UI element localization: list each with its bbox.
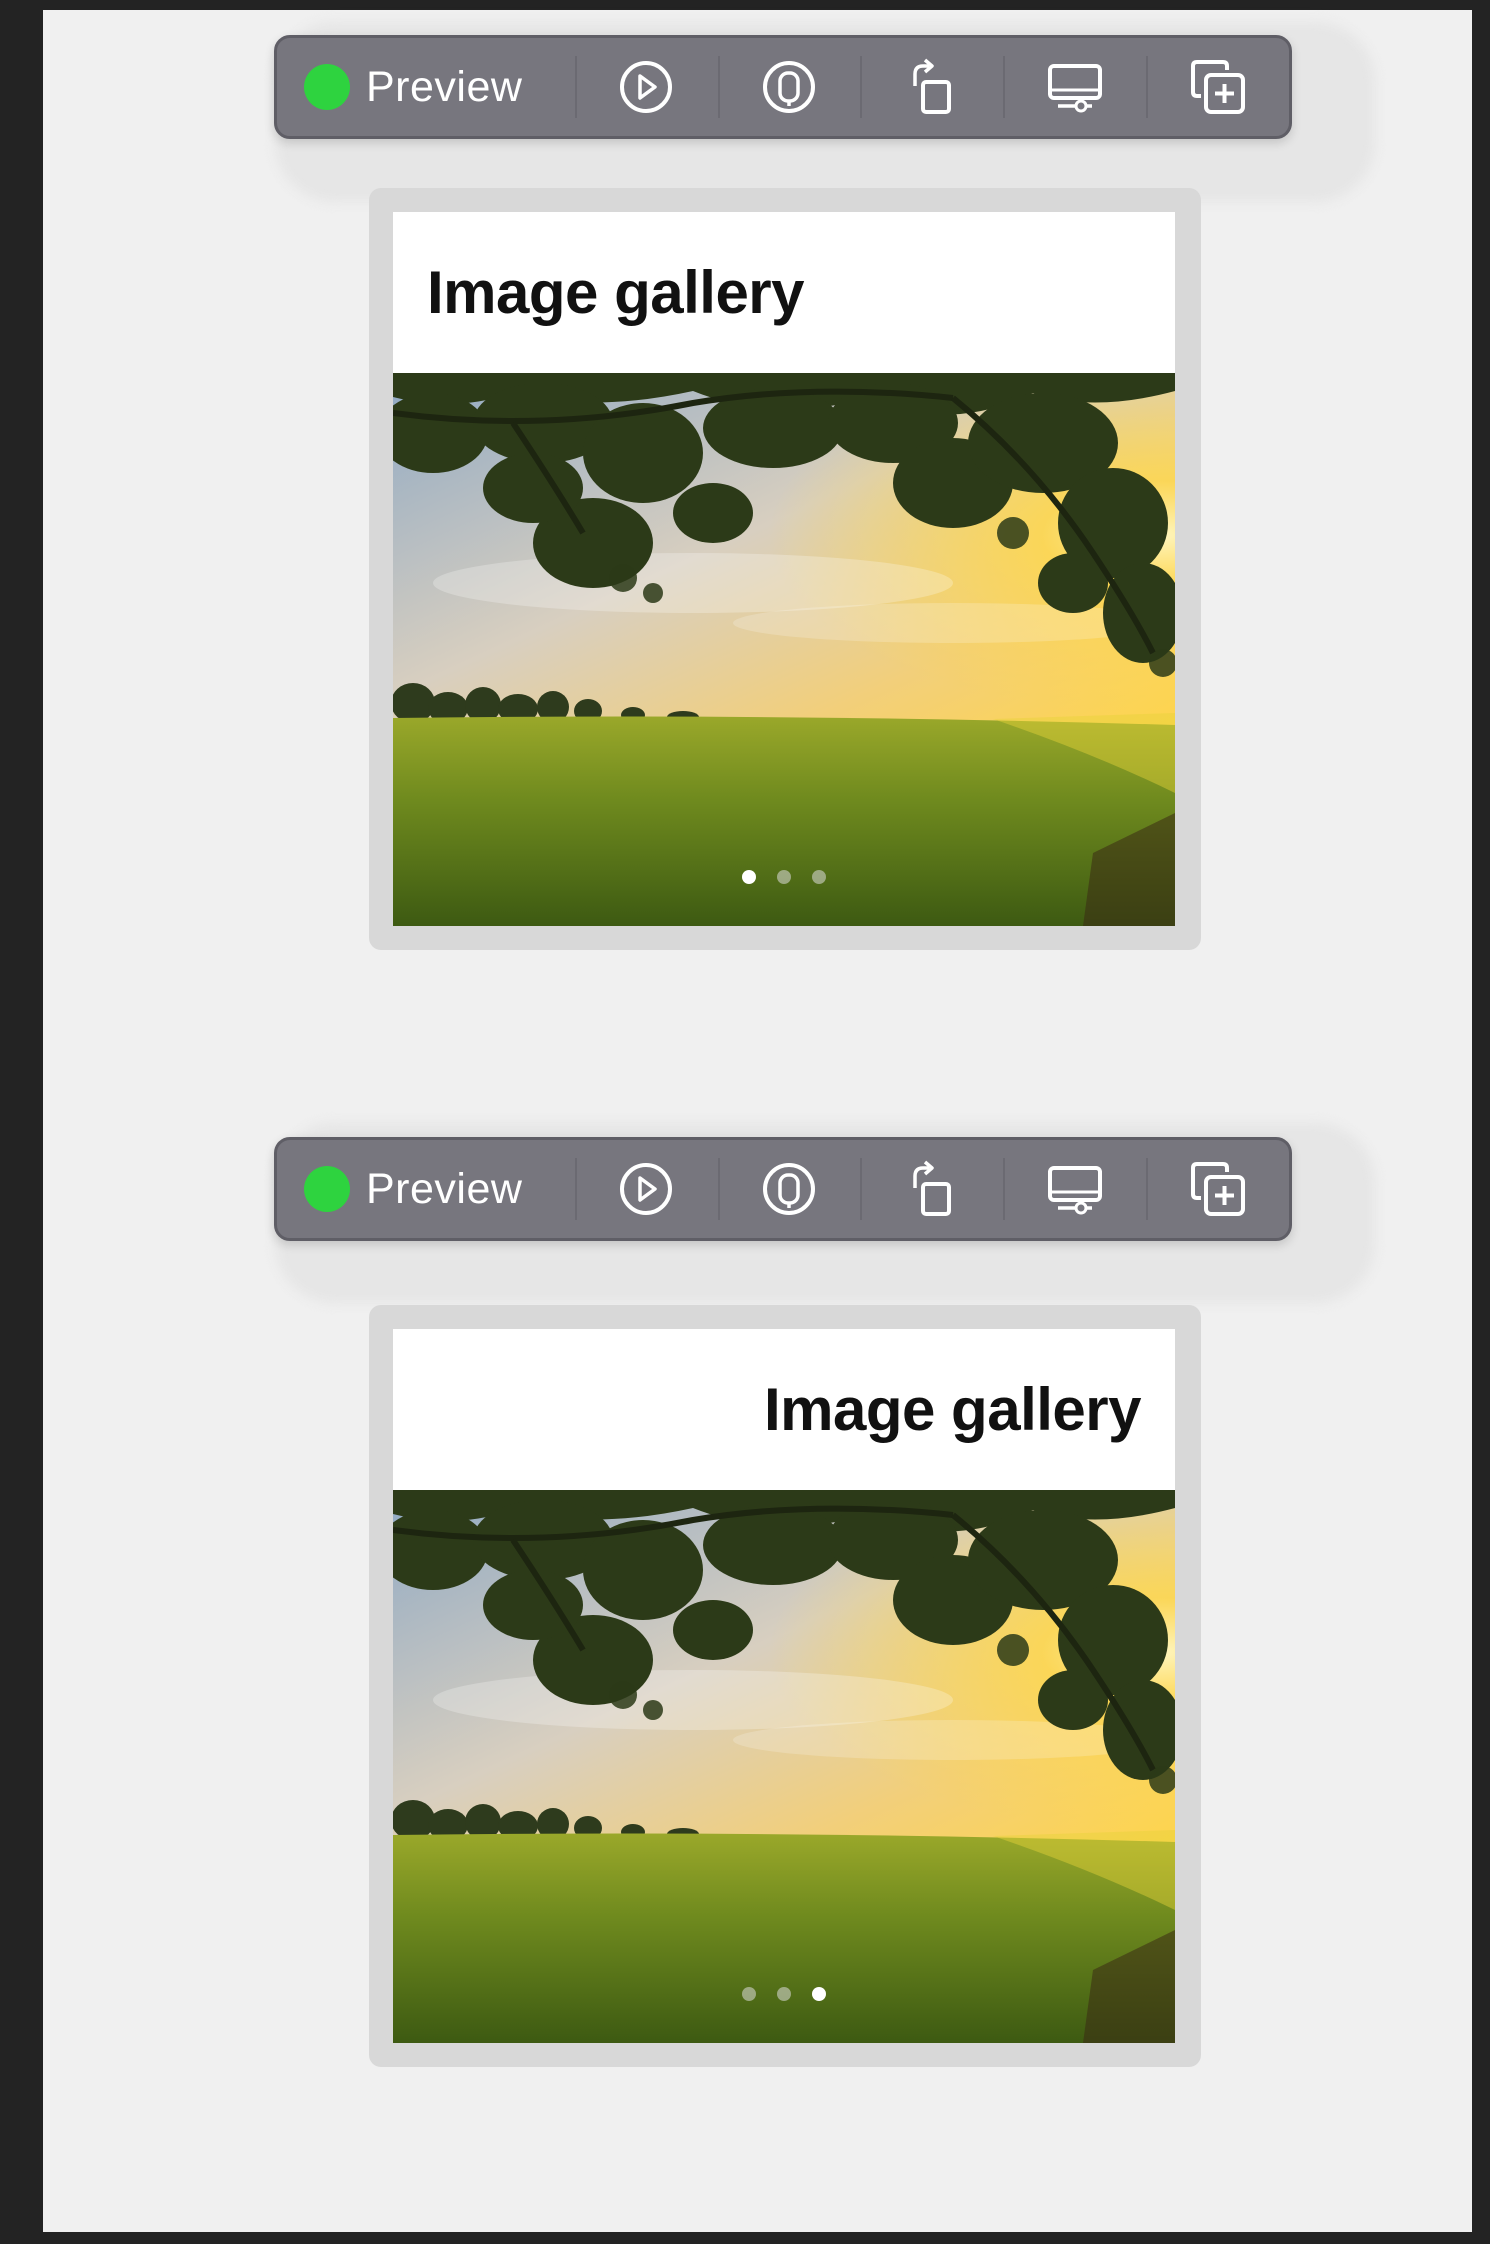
gallery-header: Image gallery <box>393 1329 1175 1490</box>
duplicate-preview-icon <box>1190 60 1245 114</box>
gallery-header: Image gallery <box>393 212 1175 373</box>
variants-icon <box>763 1163 816 1215</box>
live-play-icon <box>620 1163 673 1215</box>
duplicate-preview-button[interactable] <box>1146 1140 1289 1238</box>
device-frame: Image gallery <box>369 1305 1201 2067</box>
landscape-photo <box>393 1490 1175 2043</box>
live-play-button[interactable] <box>574 1140 718 1238</box>
preview-toolbar: Preview <box>274 35 1292 139</box>
live-status-dot <box>304 1166 350 1212</box>
preview-canvas: Preview Image gallery Preview Image gall… <box>43 10 1472 2232</box>
preview-status[interactable]: Preview <box>277 38 575 136</box>
gallery-image-carousel[interactable] <box>393 373 1175 926</box>
window-top-edge <box>0 0 1490 10</box>
page-indicator[interactable] <box>393 870 1175 884</box>
live-play-button[interactable] <box>574 38 718 136</box>
duplicate-preview-button[interactable] <box>1146 38 1289 136</box>
device-screen: Image gallery <box>393 212 1175 926</box>
page-dot[interactable] <box>742 1987 756 2001</box>
duplicate-preview-icon <box>1190 1162 1245 1216</box>
live-play-icon <box>620 61 673 113</box>
gallery-title: Image gallery <box>763 1376 1142 1443</box>
preview-status[interactable]: Preview <box>277 1140 575 1238</box>
rotate-device-icon <box>913 1160 951 1216</box>
variants-button[interactable] <box>717 38 861 136</box>
device-settings-icon <box>1047 64 1102 113</box>
preview-toolbar: Preview <box>274 1137 1292 1241</box>
page-dot[interactable] <box>812 1987 826 2001</box>
gallery-image-carousel[interactable] <box>393 1490 1175 2043</box>
preview-block-2: Preview Image gallery <box>43 1123 1472 2244</box>
rotate-device-button[interactable] <box>860 38 1003 136</box>
rotate-device-icon <box>913 58 951 114</box>
landscape-photo <box>393 373 1175 926</box>
preview-label: Preview <box>366 62 523 111</box>
live-status-dot <box>304 64 350 110</box>
page-dot[interactable] <box>742 870 756 884</box>
page-indicator[interactable] <box>393 1987 1175 2001</box>
rotate-device-button[interactable] <box>860 1140 1003 1238</box>
device-settings-button[interactable] <box>1003 38 1146 136</box>
device-settings-icon <box>1047 1166 1102 1215</box>
gallery-title: Image gallery <box>427 259 805 326</box>
device-frame: Image gallery <box>369 188 1201 950</box>
preview-label: Preview <box>366 1164 523 1213</box>
device-screen: Image gallery <box>393 1329 1175 2043</box>
preview-block-1: Preview Image gallery <box>43 10 1472 1127</box>
page-dot[interactable] <box>812 870 826 884</box>
page-dot[interactable] <box>777 870 791 884</box>
device-settings-button[interactable] <box>1003 1140 1146 1238</box>
variants-button[interactable] <box>717 1140 861 1238</box>
variants-icon <box>763 61 816 113</box>
page-dot[interactable] <box>777 1987 791 2001</box>
